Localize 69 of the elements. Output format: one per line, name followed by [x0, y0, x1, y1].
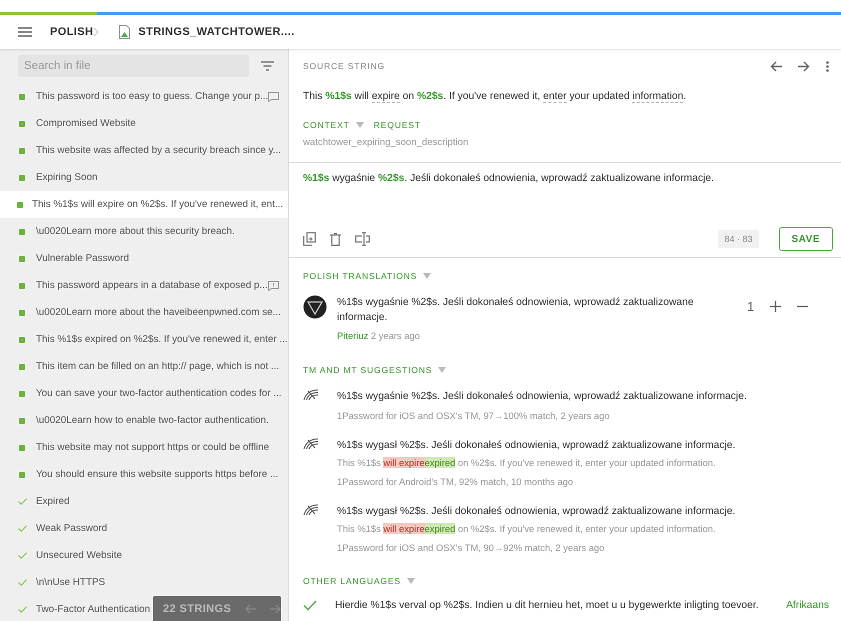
string-item[interactable]: This website may not support https or could be offline	[0, 434, 272, 461]
section-toggle[interactable]: POLISH TRANSLATIONS	[303, 271, 829, 281]
file-icon	[119, 25, 130, 39]
string-item[interactable]: \u0020Learn more about this security breach.	[0, 218, 237, 245]
suggestion-icon	[303, 438, 319, 450]
breadcrumb-link[interactable]: STRINGS_WATCHTOWER....	[138, 26, 295, 38]
suggestion-meta: 1Password for iOS and OSX's TM, 97→100% match, 2 years ago	[337, 409, 611, 423]
source-diff: This %1$s will expireexpired on %2$s. If you've renewed it, enter your updated information.	[337, 456, 717, 470]
string-item[interactable]: \n\nUse HTTPS	[0, 569, 108, 596]
string-item[interactable]: This website was affected by a security breach since y...	[0, 137, 283, 164]
copy-icon[interactable]	[303, 232, 316, 246]
more-icon[interactable]	[826, 60, 829, 72]
source-text: This %1$s will expire on %2$s. If you've renewed it, enter your updated information.	[303, 91, 688, 102]
timestamp: 2 years ago	[370, 330, 420, 341]
suggestion-meta: 1Password for Android's TM, 92% match, 10 months ago	[337, 475, 574, 489]
arrow-right-icon[interactable]	[270, 604, 282, 614]
arrow-left-icon[interactable]	[770, 60, 782, 72]
translation-input[interactable]: %1$s wygaśnie %2$s. Jeśli dokonałeś odnowienia, wprowadź zaktualizowane informacje.	[303, 173, 833, 184]
string-item[interactable]: Expiring Soon	[0, 164, 100, 191]
caret-icon	[438, 367, 446, 373]
string-item[interactable]: Expired	[0, 488, 72, 515]
string-item[interactable]: Vulnerable Password	[0, 245, 131, 272]
search-field[interactable]: Search in file	[18, 55, 249, 77]
string-item[interactable]: This item can be filled on an http:// page, which is not ...	[0, 353, 282, 380]
string-item[interactable]: \u0020Learn more about the haveibeenpwned.com se...	[0, 299, 283, 326]
suggestion-icon	[303, 389, 319, 401]
section-label: SOURCE STRING	[303, 61, 386, 71]
suggestion-text: %1$s wygasł %2$s. Jeśli dokonałeś odnowienia, wprowadź zaktualizowane informacje.	[337, 505, 736, 519]
suggestion-text: %1$s wygaśnie %2$s. Jeśli dokonałeś odnowienia, wprowadź zaktualizowane informacje.	[337, 390, 747, 404]
string-item[interactable]: Weak Password	[0, 515, 110, 542]
filter-icon[interactable]	[261, 61, 274, 71]
avatar-icon	[303, 295, 327, 319]
caret-icon	[356, 122, 364, 128]
language-link[interactable]: Afrikaans	[786, 600, 829, 611]
section-toggle[interactable]: OTHER LANGUAGES	[303, 576, 829, 586]
string-item[interactable]: Unsecured Website	[0, 542, 124, 569]
string-key: watchtower_expiring_soon_description	[303, 137, 829, 148]
menu-icon[interactable]	[18, 27, 32, 37]
plus-icon[interactable]	[770, 301, 782, 312]
translation-text: Hierdie %1$s verval op %2$s. Indien u dit hernieu het, moet u u bygewerkte inligting toevoer.	[335, 600, 759, 611]
string-item[interactable]: This password appears in a database of exposed p...	[0, 272, 281, 299]
vote-count: 1	[747, 299, 754, 314]
suggestion-text: %1$s wygasł %2$s. Jeśli dokonałeś odnowienia, wprowadź zaktualizowane informacje.	[337, 439, 736, 453]
save-button[interactable]: SAVE	[778, 227, 833, 251]
string-count: 22 STRINGS	[163, 603, 232, 615]
caret-icon	[423, 273, 432, 279]
suggestion-icon	[303, 504, 319, 516]
chevron-right-icon	[93, 27, 100, 37]
author-link[interactable]: Piteriuz	[337, 330, 368, 341]
string-item[interactable]: Two-Factor Authentication	[0, 596, 152, 621]
breadcrumb-link[interactable]: POLISH	[50, 26, 94, 38]
request-link[interactable]: REQUEST	[374, 120, 421, 130]
string-item[interactable]: You should ensure this website supports https before ...	[0, 461, 280, 488]
section-toggle[interactable]: TM AND MT SUGGESTIONS	[303, 365, 829, 375]
string-item[interactable]: This %1$s expired on %2$s. If you've renewed it, enter ...	[0, 326, 288, 353]
arrow-right-icon[interactable]	[798, 60, 810, 72]
string-item[interactable]: This password is too easy to guess. Change your p...	[0, 83, 282, 110]
translation-text: %1$s wygaśnie %2$s. Jeśli dokonałeś odnowienia, wprowadź zaktualizowane informacje.	[337, 296, 695, 325]
string-item[interactable]: You can save your two-factor authentication codes for ...	[0, 380, 284, 407]
context-toggle[interactable]: CONTEXT	[303, 120, 364, 130]
string-item[interactable]: This %1$s will expire on %2$s. If you've renewed it, ent...	[0, 191, 288, 218]
suggestion-meta: 1Password for iOS and OSX's TM, 90→92% match, 2 years ago	[337, 541, 606, 555]
caret-icon	[406, 578, 415, 584]
text-cursor-icon[interactable]	[355, 232, 370, 246]
source-diff: This %1$s will expireexpired on %2$s. If you've renewed it, enter your updated information.	[337, 522, 717, 536]
trash-icon[interactable]	[330, 232, 341, 246]
string-item[interactable]: \u0020Learn how to enable two-factor authentication.	[0, 407, 271, 434]
character-counter: 84 · 83	[718, 230, 758, 248]
string-item[interactable]: Compromised Website	[0, 110, 138, 137]
